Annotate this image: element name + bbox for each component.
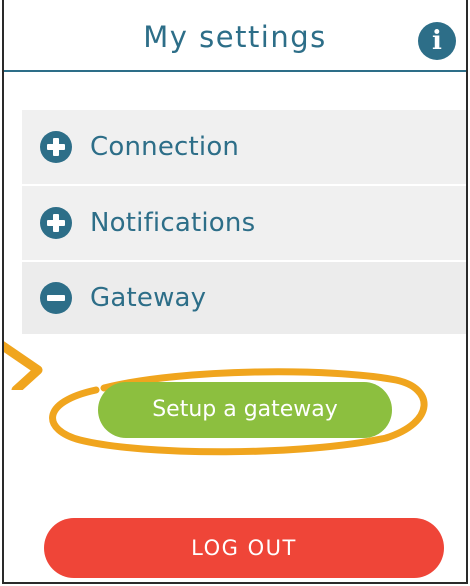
menu-item-label: Notifications: [90, 208, 256, 238]
settings-screen: My settings i Connection Notifications G…: [2, 0, 468, 584]
setup-gateway-button[interactable]: Setup a gateway: [98, 382, 392, 438]
setup-gateway-area: Setup a gateway: [34, 360, 444, 460]
plus-circle-icon: [40, 131, 72, 163]
page-title: My settings: [143, 20, 327, 54]
settings-menu: Connection Notifications Gateway: [22, 110, 466, 334]
menu-item-connection[interactable]: Connection: [22, 110, 466, 186]
menu-item-label: Connection: [90, 132, 240, 162]
info-icon[interactable]: i: [418, 22, 456, 60]
header-bar: My settings i: [4, 0, 466, 72]
menu-item-notifications[interactable]: Notifications: [22, 186, 466, 262]
menu-item-label: Gateway: [90, 283, 207, 313]
plus-circle-icon: [40, 207, 72, 239]
logout-button[interactable]: LOG OUT: [44, 518, 444, 578]
minus-circle-icon: [40, 282, 72, 314]
menu-item-gateway[interactable]: Gateway: [22, 262, 466, 334]
